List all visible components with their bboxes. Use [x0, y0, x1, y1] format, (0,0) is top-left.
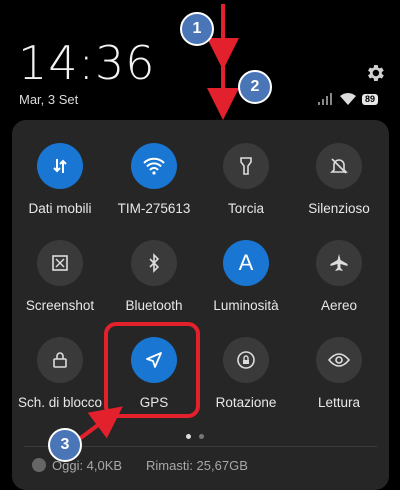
- annotation-arrows: [76, 4, 239, 442]
- arrow-to-gps: [76, 406, 123, 442]
- step-badge-1: 1: [180, 12, 214, 46]
- step-badge-2: 2: [238, 70, 272, 104]
- step-badge-3: 3: [48, 428, 82, 462]
